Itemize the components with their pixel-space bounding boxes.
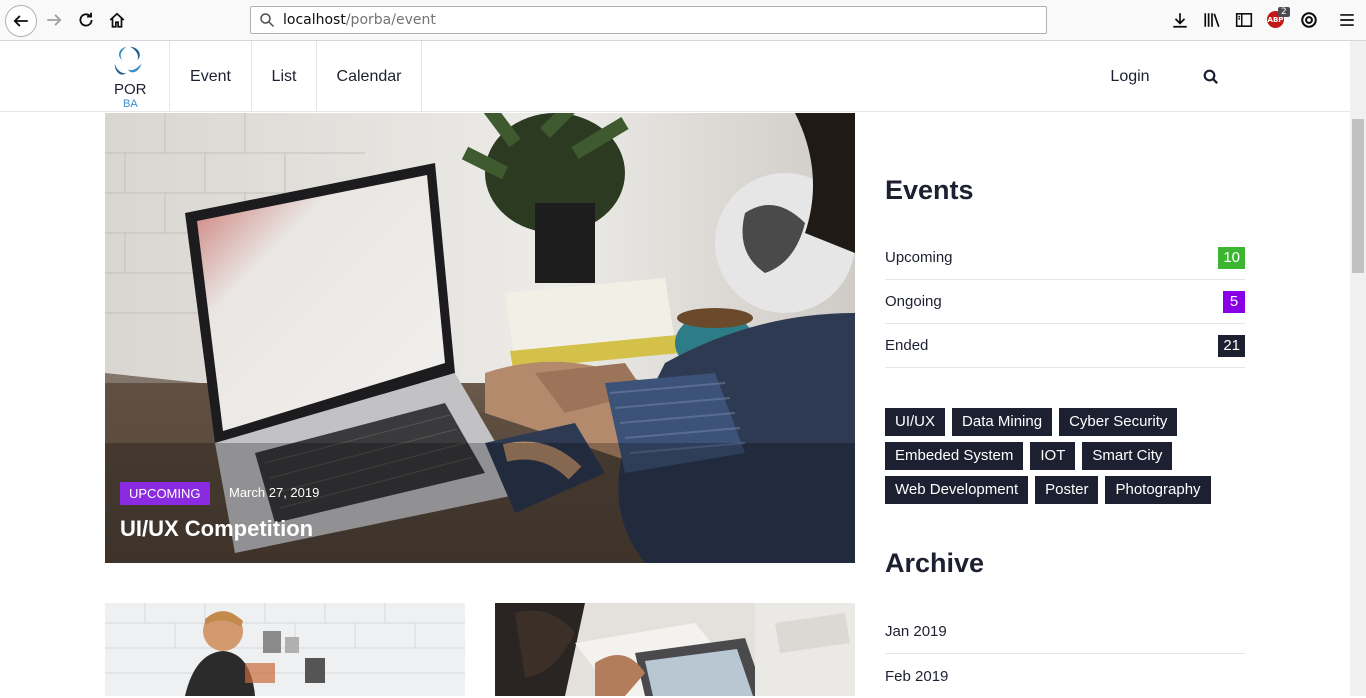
tag-smart-city[interactable]: Smart City xyxy=(1082,442,1173,470)
library-icon xyxy=(1204,13,1220,28)
sidebar-icon xyxy=(1235,13,1253,27)
site-header: POR BA Event List Calendar Login xyxy=(0,41,1350,112)
url-bar[interactable]: localhost/porba/event xyxy=(250,6,1047,34)
login-link[interactable]: Login xyxy=(1100,41,1160,112)
events-ended-link[interactable]: Ended 21 xyxy=(885,324,1245,368)
ongoing-count-badge: 5 xyxy=(1223,290,1245,313)
status-badge: UPCOMING xyxy=(120,482,210,505)
tag-cyber-security[interactable]: Cyber Security xyxy=(1059,408,1178,436)
events-upcoming-link[interactable]: Upcoming 10 xyxy=(885,236,1245,280)
back-button[interactable] xyxy=(5,5,37,37)
reload-icon xyxy=(79,12,93,27)
tag-web-development[interactable]: Web Development xyxy=(885,476,1029,504)
logo-icon xyxy=(114,46,142,75)
forward-button[interactable] xyxy=(40,6,68,34)
archive-item[interactable]: Jan 2019 xyxy=(885,610,1245,654)
search-icon xyxy=(260,13,275,28)
tag-poster[interactable]: Poster xyxy=(1035,476,1099,504)
events-upcoming-label: Upcoming xyxy=(885,249,953,266)
event-card[interactable] xyxy=(105,603,465,696)
tag-embeded-system[interactable]: Embeded System xyxy=(885,442,1024,470)
tag-data-mining[interactable]: Data Mining xyxy=(952,408,1053,436)
featured-event[interactable]: UPCOMING March 27, 2019 UI/UX Competitio… xyxy=(105,113,855,563)
arrow-left-icon xyxy=(13,15,28,27)
logo-text-top: POR xyxy=(114,81,147,98)
hamburger-icon xyxy=(1340,14,1354,26)
tag-iot[interactable]: IOT xyxy=(1030,442,1076,470)
event-card-image xyxy=(495,603,855,696)
event-card-image xyxy=(105,603,465,696)
event-card[interactable] xyxy=(495,603,855,696)
nav-calendar[interactable]: Calendar xyxy=(317,41,422,112)
download-icon xyxy=(1173,13,1187,28)
adblock-count: 2 xyxy=(1278,7,1290,17)
sidebar-button[interactable] xyxy=(1233,9,1255,31)
events-ongoing-link[interactable]: Ongoing 5 xyxy=(885,280,1245,324)
tag-cloud: UI/UX Data Mining Cyber Security Embeded… xyxy=(885,408,1245,504)
url-path: /porba/event xyxy=(345,12,436,28)
archive-item[interactable]: Feb 2019 xyxy=(885,654,1245,698)
ended-count-badge: 21 xyxy=(1218,334,1245,357)
logo-text-bottom: BA xyxy=(123,98,138,110)
scrollbar-thumb[interactable] xyxy=(1352,119,1364,273)
search-icon xyxy=(1203,69,1219,85)
nav-event[interactable]: Event xyxy=(170,41,252,112)
hero-image xyxy=(105,113,855,563)
site-search-button[interactable] xyxy=(1200,66,1222,88)
events-ended-label: Ended xyxy=(885,337,929,354)
events-heading: Events xyxy=(885,175,974,205)
arrow-right-icon xyxy=(47,14,62,26)
nav-list[interactable]: List xyxy=(252,41,317,112)
archive-heading: Archive xyxy=(885,548,985,578)
tag-ui-ux[interactable]: UI/UX xyxy=(885,408,946,436)
menu-button[interactable] xyxy=(1336,9,1358,31)
home-button[interactable] xyxy=(103,6,131,34)
downloads-button[interactable] xyxy=(1169,9,1191,31)
home-icon xyxy=(109,12,125,28)
browser-toolbar: localhost/porba/event ABP 2 xyxy=(0,0,1366,41)
tag-photography[interactable]: Photography xyxy=(1105,476,1211,504)
upcoming-count-badge: 10 xyxy=(1218,246,1245,269)
reload-button[interactable] xyxy=(72,6,100,34)
page-scrollbar[interactable] xyxy=(1350,41,1366,696)
events-ongoing-label: Ongoing xyxy=(885,293,942,310)
url-host: localhost xyxy=(283,12,346,28)
event-date: March 27, 2019 xyxy=(229,485,320,500)
event-title[interactable]: UI/UX Competition xyxy=(120,516,313,542)
extension-button[interactable] xyxy=(1298,9,1320,31)
extension-icon xyxy=(1301,12,1317,28)
library-button[interactable] xyxy=(1201,9,1223,31)
site-logo[interactable]: POR BA xyxy=(105,41,170,112)
